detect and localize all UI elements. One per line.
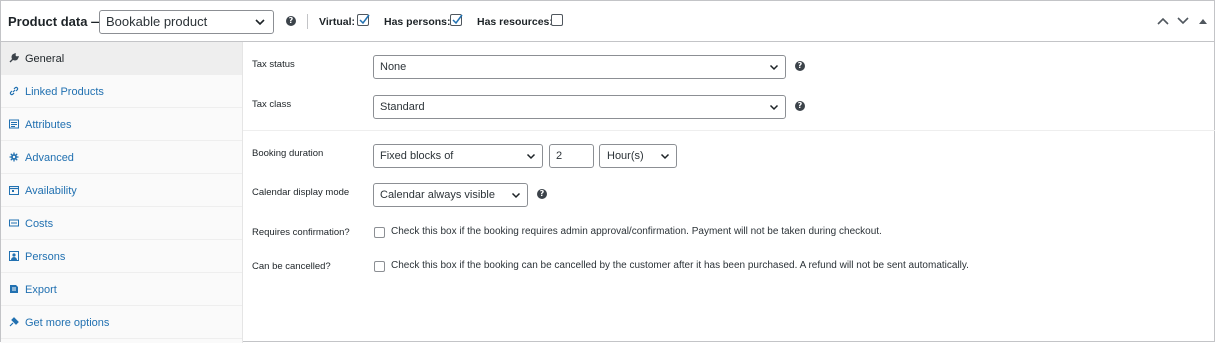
booking-duration-unit-select[interactable]: Hour(s)	[599, 144, 677, 168]
tab-get-more-options[interactable]: Get more options	[1, 306, 242, 339]
gear-icon	[9, 152, 19, 162]
checkmark-icon	[452, 14, 463, 25]
plugin-icon	[9, 317, 19, 327]
tab-costs[interactable]: Costs	[1, 207, 242, 240]
tab-label: Linked Products	[25, 86, 104, 98]
export-icon	[10, 285, 18, 293]
tab-availability[interactable]: Availability	[1, 174, 242, 207]
requires-confirmation-checkbox[interactable]	[374, 227, 385, 238]
product-type-select[interactable]: Bookable product	[99, 10, 274, 34]
move-up-icon[interactable]	[1157, 16, 1169, 26]
has-persons-label: Has persons:	[384, 16, 451, 28]
product-type-value: Bookable product	[106, 14, 208, 29]
move-down-icon[interactable]	[1177, 16, 1189, 26]
link-icon	[9, 86, 19, 96]
collapse-toggle-icon[interactable]	[1198, 16, 1208, 26]
requires-confirmation-description: Check this box if the booking requires a…	[391, 226, 882, 237]
chevron-down-icon	[511, 192, 521, 199]
has-persons-checkbox[interactable]	[450, 14, 463, 26]
tab-advanced[interactable]: Advanced	[1, 141, 242, 174]
booking-duration-amount-value: 2	[556, 150, 563, 162]
money-icon	[9, 219, 19, 227]
calendar-display-select[interactable]: Calendar always visible	[373, 183, 528, 207]
booking-duration-amount-input[interactable]: 2	[549, 144, 594, 168]
section-divider	[243, 130, 1215, 131]
tax-status-value: None	[380, 61, 407, 73]
checkmark-icon	[359, 14, 370, 25]
help-icon[interactable]: ?	[795, 61, 805, 71]
virtual-checkbox[interactable]	[357, 14, 370, 26]
tab-label: Advanced	[25, 152, 74, 164]
help-icon[interactable]: ?	[286, 16, 296, 26]
tax-status-select[interactable]: None	[373, 55, 786, 79]
has-resources-label: Has resources:	[477, 16, 553, 28]
general-options-panel: Tax status None ? Tax class Standard ? B…	[243, 42, 1215, 343]
tax-class-select[interactable]: Standard	[373, 95, 786, 119]
tab-label: Export	[25, 284, 57, 296]
chevron-down-icon	[660, 153, 670, 160]
product-data-title: Product data —	[8, 14, 105, 29]
person-icon	[9, 251, 19, 261]
chevron-down-icon	[769, 64, 779, 71]
chevron-down-icon	[769, 104, 779, 111]
booking-duration-type-value: Fixed blocks of	[380, 150, 454, 162]
can-be-cancelled-label: Can be cancelled?	[252, 261, 331, 272]
can-be-cancelled-description: Check this box if the booking can be can…	[391, 260, 969, 271]
tab-linked-products[interactable]: Linked Products	[1, 75, 242, 108]
tab-label: General	[25, 53, 65, 65]
help-icon[interactable]: ?	[537, 189, 547, 199]
tab-attributes[interactable]: Attributes	[1, 108, 242, 141]
tab-label: Costs	[25, 218, 54, 230]
chevron-down-icon	[526, 153, 536, 160]
tab-general[interactable]: General	[1, 42, 242, 75]
product-data-tabs: General Linked Products Attributes Advan…	[1, 42, 243, 343]
product-data-header: Product data — Bookable product ? Virtua…	[1, 1, 1214, 42]
tab-label: Availability	[25, 185, 77, 197]
wrench-icon	[9, 53, 19, 63]
booking-duration-label: Booking duration	[252, 148, 324, 159]
tab-persons[interactable]: Persons	[1, 240, 242, 273]
calendar-display-label: Calendar display mode	[252, 187, 350, 198]
tab-label: Persons	[25, 251, 66, 263]
calendar-icon	[9, 186, 19, 195]
has-resources-checkbox[interactable]	[551, 14, 563, 26]
booking-duration-unit-value: Hour(s)	[607, 150, 644, 162]
list-icon	[9, 119, 19, 129]
header-separator	[307, 14, 308, 29]
virtual-label: Virtual:	[319, 16, 355, 28]
tab-label: Attributes	[25, 119, 72, 131]
booking-duration-type-select[interactable]: Fixed blocks of	[373, 144, 543, 168]
can-be-cancelled-checkbox[interactable]	[374, 261, 385, 272]
help-icon[interactable]: ?	[795, 101, 805, 111]
requires-confirmation-label: Requires confirmation?	[252, 227, 350, 238]
product-data-panel: Product data — Bookable product ? Virtua…	[0, 0, 1215, 343]
chevron-down-icon	[255, 19, 265, 26]
tab-label: Get more options	[25, 317, 110, 329]
tax-status-label: Tax status	[252, 59, 295, 70]
tax-class-value: Standard	[380, 101, 425, 113]
calendar-display-value: Calendar always visible	[380, 189, 495, 201]
tab-export[interactable]: Export	[1, 273, 242, 306]
tax-class-label: Tax class	[252, 99, 292, 110]
